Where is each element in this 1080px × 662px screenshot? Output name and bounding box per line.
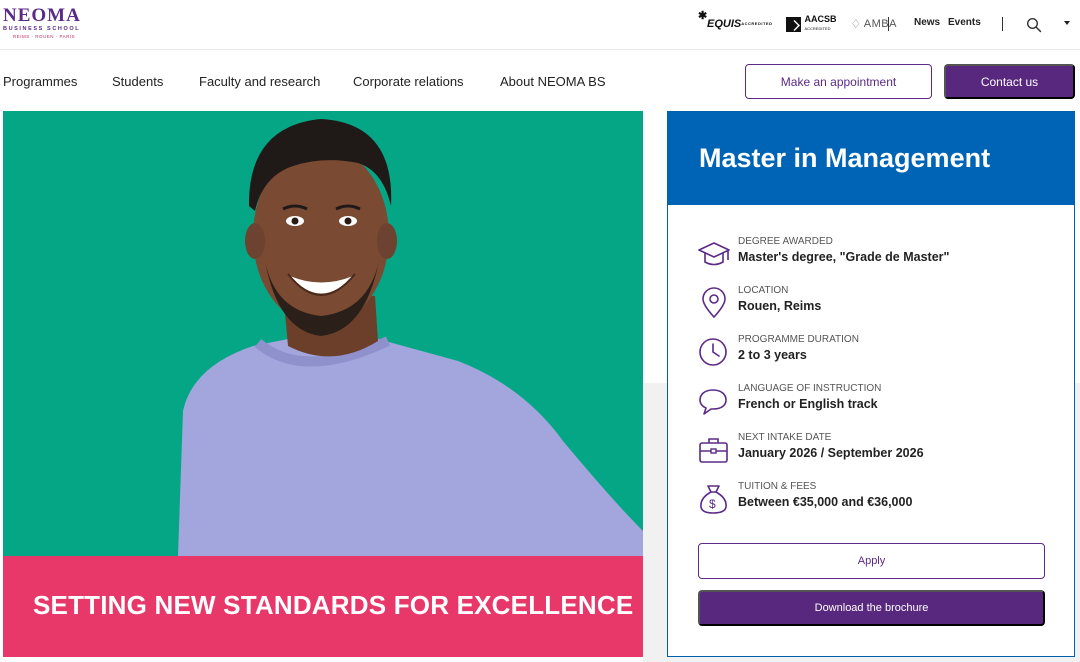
student-photo [178, 119, 643, 556]
location-pin-icon [702, 287, 726, 319]
apply-button[interactable]: Apply [698, 543, 1045, 579]
amba-diamond-icon: ♢ [850, 17, 862, 31]
nav-item-faculty-and-research[interactable]: Faculty and research [199, 74, 320, 89]
make-appointment-button[interactable]: Make an appointment [745, 64, 932, 99]
info-label: PROGRAMME DURATION [738, 334, 859, 345]
nav-item-corporate-relations[interactable]: Corporate relations [353, 74, 464, 89]
download-brochure-button[interactable]: Download the brochure [698, 590, 1045, 626]
amba-logo: ♢ AMBA [850, 17, 897, 31]
main-nav: Programmes Students Faculty and research… [0, 51, 1080, 111]
aacsb-logo: AACSB ACCREDITED [786, 15, 836, 33]
hero-banner: SETTING NEW STANDARDS FOR EXCELLENCE [3, 556, 643, 657]
card-header: Master in Management [668, 112, 1074, 205]
nav-item-students[interactable]: Students [112, 74, 163, 89]
briefcase-icon [699, 438, 728, 463]
info-value: Rouen, Reims [738, 299, 822, 313]
neoma-logo[interactable]: NEOMA BUSINESS SCHOOL REIMS · ROUEN · PA… [3, 5, 81, 39]
hero-image [3, 111, 643, 556]
events-link[interactable]: Events [948, 17, 981, 28]
equis-logo: ✱ EQUIS ACCREDITED [698, 10, 773, 30]
info-label: LOCATION [738, 285, 789, 296]
info-label: TUITION & FEES [738, 481, 817, 492]
info-value: Master's degree, "Grade de Master" [738, 250, 950, 264]
info-label: NEXT INTAKE DATE [738, 432, 832, 443]
graduation-cap-icon [698, 242, 730, 266]
programme-info-card: Master in Management DEGREE AWARDED Mast… [667, 111, 1075, 657]
info-label: DEGREE AWARDED [738, 236, 833, 247]
info-row-location: LOCATION Rouen, Reims [697, 285, 1047, 325]
chevron-down-icon[interactable] [1064, 21, 1070, 25]
info-value: Between €35,000 and €36,000 [738, 495, 913, 509]
info-row-degree: DEGREE AWARDED Master's degree, "Grade d… [697, 236, 1047, 276]
equis-star-icon: ✱ [698, 10, 708, 22]
divider [888, 17, 889, 31]
info-row-tuition: $ TUITION & FEES Between €35,000 and €36… [697, 481, 1047, 521]
speech-bubble-icon [699, 389, 727, 415]
info-value: French or English track [738, 397, 878, 411]
programme-title: Master in Management [699, 143, 991, 173]
info-row-language: LANGUAGE OF INSTRUCTION French or Englis… [697, 383, 1047, 423]
logo-cities: REIMS · ROUEN · PARIS [13, 34, 76, 39]
aacsb-mark-icon [786, 16, 802, 32]
top-bar: NEOMA BUSINESS SCHOOL REIMS · ROUEN · PA… [0, 0, 1080, 50]
divider [1002, 17, 1003, 31]
search-icon[interactable] [1026, 17, 1042, 33]
contact-us-button[interactable]: Contact us [944, 64, 1075, 99]
logo-wordmark: NEOMA [3, 5, 81, 26]
svg-text:$: $ [709, 497, 716, 511]
logo-subtitle: BUSINESS SCHOOL [3, 26, 81, 32]
news-link[interactable]: News [914, 17, 940, 28]
accreditation-logos: ✱ EQUIS ACCREDITED AACSB ACCREDITED ♢ AMB… [698, 10, 911, 36]
hero-title: SETTING NEW STANDARDS FOR EXCELLENCE [33, 590, 634, 620]
clock-icon [699, 338, 727, 366]
money-bag-icon: $ [700, 485, 727, 514]
nav-item-programmes[interactable]: Programmes [3, 74, 77, 89]
info-label: LANGUAGE OF INSTRUCTION [738, 383, 882, 394]
info-value: January 2026 / September 2026 [738, 446, 924, 460]
nav-item-about[interactable]: About NEOMA BS [500, 74, 606, 89]
info-row-duration: PROGRAMME DURATION 2 to 3 years [697, 334, 1047, 374]
info-row-intake: NEXT INTAKE DATE January 2026 / Septembe… [697, 432, 1047, 472]
info-value: 2 to 3 years [738, 348, 807, 362]
